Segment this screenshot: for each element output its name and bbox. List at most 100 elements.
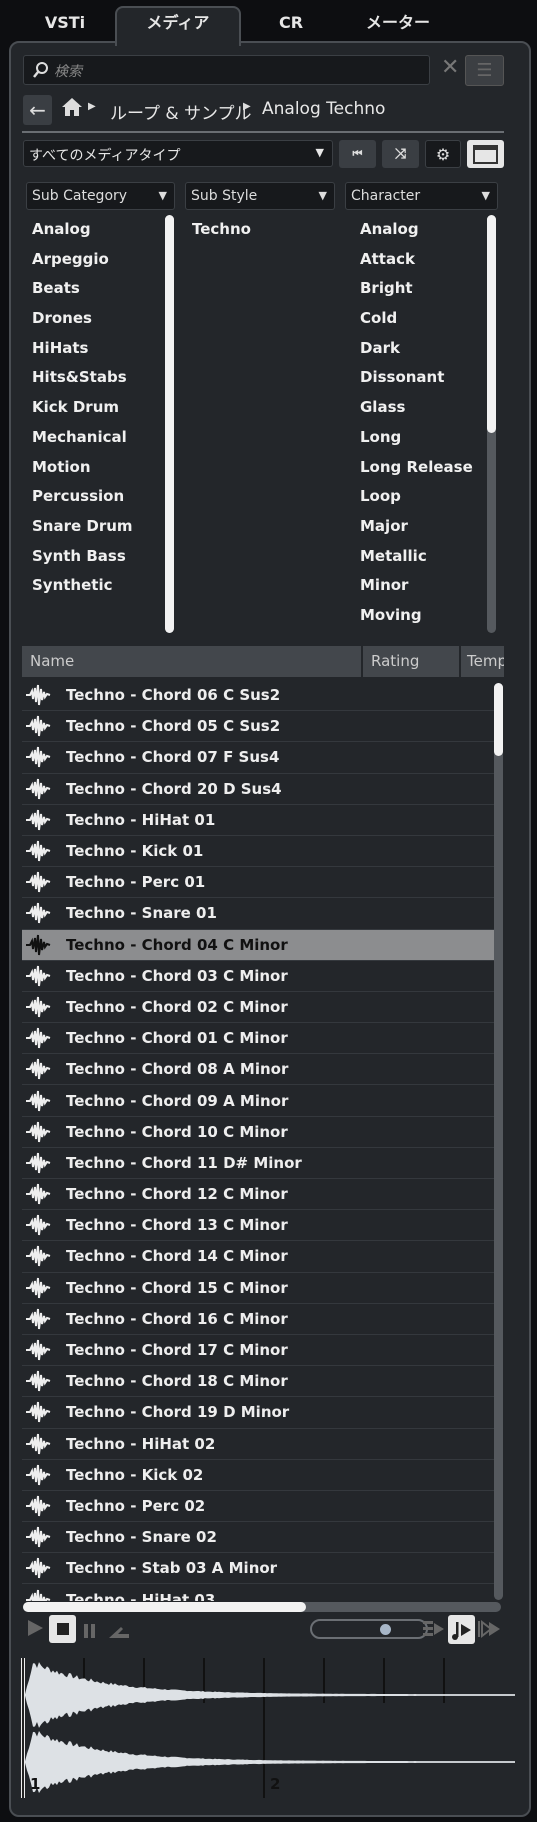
filter-item[interactable]: Mechanical <box>32 423 157 453</box>
search-input[interactable]: 検索 <box>23 55 430 85</box>
filter-item[interactable]: Minor <box>360 571 485 601</box>
filter-item[interactable]: Attack <box>360 245 485 275</box>
tab-2[interactable]: CR <box>252 8 330 42</box>
filter-item[interactable]: Arpeggio <box>32 245 157 275</box>
result-name: Techno - Stab 03 A Minor <box>66 1559 278 1578</box>
layout-toggle-button[interactable] <box>467 140 504 168</box>
result-row[interactable]: Techno - Chord 06 C Sus2 <box>22 680 494 712</box>
play-button[interactable] <box>27 1618 45 1642</box>
stop-button[interactable] <box>49 1615 76 1643</box>
tab-1[interactable]: メディア <box>115 6 241 46</box>
filter-item[interactable]: Techno <box>192 215 317 245</box>
filter-item[interactable]: Cold <box>360 304 485 334</box>
rewind-button[interactable]: ⏮ <box>339 140 376 168</box>
result-row[interactable]: Techno - Chord 17 C Minor <box>22 1335 494 1367</box>
metronome-icon[interactable] <box>108 1624 130 1643</box>
result-row[interactable]: Techno - Perc 02 <box>22 1491 494 1523</box>
home-icon[interactable] <box>60 95 84 123</box>
filter-item[interactable]: Synth Bass <box>32 542 157 572</box>
filter-item[interactable]: Long Release <box>360 453 485 483</box>
result-row[interactable]: Techno - HiHat 02 <box>22 1429 494 1460</box>
result-row[interactable]: Techno - Chord 12 C Minor <box>22 1179 494 1211</box>
list-view-button[interactable]: ☰ <box>465 55 504 86</box>
filter-item[interactable]: HiHats <box>32 334 157 364</box>
filter-item[interactable]: Percussion <box>32 482 157 512</box>
filter-item[interactable]: Snare Drum <box>32 512 157 542</box>
breadcrumb-item[interactable]: ループ & サンプル <box>110 99 252 124</box>
filter-item[interactable]: Beats <box>32 274 157 304</box>
bar-line <box>263 1658 265 1798</box>
filter-item[interactable]: Bright <box>360 274 485 304</box>
filter-item[interactable]: Dissonant <box>360 363 485 393</box>
result-row[interactable]: Techno - Chord 02 C Minor <box>22 992 494 1024</box>
filter-item[interactable]: Kick Drum <box>32 393 157 423</box>
column-header-rating[interactable]: Rating <box>363 646 459 677</box>
filter-item[interactable]: Long <box>360 423 485 453</box>
filter-item[interactable]: Analog <box>360 215 485 245</box>
result-row[interactable]: Techno - Chord 14 C Minor <box>22 1241 494 1273</box>
result-row[interactable]: Techno - Chord 09 A Minor <box>22 1085 494 1117</box>
result-row[interactable]: Techno - Chord 18 C Minor <box>22 1366 494 1398</box>
result-row[interactable]: Techno - Chord 04 C Minor <box>22 929 494 961</box>
volume-slider-knob[interactable] <box>380 1624 391 1635</box>
result-row[interactable]: Techno - Chord 16 C Minor <box>22 1304 494 1335</box>
result-row[interactable]: Techno - HiHat 01 <box>22 805 494 836</box>
filter-header-0[interactable]: Sub Category ▼ <box>26 182 175 210</box>
result-row[interactable]: Techno - Chord 19 D Minor <box>22 1397 494 1429</box>
result-row[interactable]: Techno - Perc 01 <box>22 867 494 899</box>
result-row[interactable]: Techno - Chord 07 F Sus4 <box>22 742 494 774</box>
breadcrumb-item[interactable]: Analog Techno <box>262 99 385 119</box>
filter-item[interactable]: Major <box>360 512 485 542</box>
result-row[interactable]: Techno - Chord 01 C Minor <box>22 1023 494 1055</box>
column-header-name[interactable]: Name <box>22 646 361 677</box>
tab-3[interactable]: メーター <box>345 8 451 42</box>
filter-item[interactable]: Hits&Stabs <box>32 363 157 393</box>
result-row[interactable]: Techno - Chord 13 C Minor <box>22 1210 494 1242</box>
result-row[interactable]: Techno - Kick 01 <box>22 836 494 868</box>
audio-file-icon <box>26 1152 51 1174</box>
pause-button[interactable] <box>83 1623 97 1642</box>
shuffle-button[interactable]: ⤨ <box>382 140 419 168</box>
result-row[interactable]: Techno - Chord 20 D Sus4 <box>22 774 494 805</box>
volume-slider[interactable] <box>310 1619 428 1639</box>
result-row[interactable]: Techno - Kick 02 <box>22 1460 494 1491</box>
media-type-select[interactable]: すべてのメディアタイプ ▼ <box>23 140 333 167</box>
result-row[interactable]: Techno - Chord 15 C Minor <box>22 1273 494 1304</box>
column-header-tempo[interactable]: Tempo <box>461 646 504 677</box>
filter-item[interactable]: Motion <box>32 453 157 483</box>
filter-header-1[interactable]: Sub Style ▼ <box>185 182 335 210</box>
result-row[interactable]: Techno - Chord 10 C Minor <box>22 1117 494 1148</box>
result-row[interactable]: Techno - Chord 03 C Minor <box>22 961 494 992</box>
result-row[interactable]: Techno - HiHat 03 <box>22 1584 494 1601</box>
result-row[interactable]: Techno - Chord 08 A Minor <box>22 1054 494 1086</box>
results-vertical-scrollbar[interactable] <box>494 683 503 756</box>
waveform-display[interactable] <box>0 1655 537 1805</box>
filter-item[interactable]: Dark <box>360 334 485 364</box>
result-row[interactable]: Techno - Snare 01 <box>22 898 494 930</box>
filter-item[interactable]: Synthetic <box>32 571 157 601</box>
results-horizontal-scrollbar[interactable] <box>23 1602 306 1612</box>
filter-header-label: Character <box>351 188 421 204</box>
result-row[interactable]: Techno - Stab 03 A Minor <box>22 1553 494 1585</box>
back-button[interactable]: ← <box>23 95 52 125</box>
musical-mode-button[interactable] <box>448 1615 475 1644</box>
filter-header-2[interactable]: Character ▼ <box>345 182 498 210</box>
audio-file-icon <box>26 1589 51 1601</box>
auto-play-icon[interactable] <box>423 1618 445 1644</box>
filter-item[interactable]: Glass <box>360 393 485 423</box>
result-row[interactable]: Techno - Snare 02 <box>22 1522 494 1554</box>
play-next-icon[interactable] <box>478 1618 502 1644</box>
filter-item[interactable]: Metallic <box>360 542 485 572</box>
tab-0[interactable]: VSTi <box>32 8 98 42</box>
filter-item[interactable]: Loop <box>360 482 485 512</box>
character-scrollbar[interactable] <box>487 215 496 433</box>
settings-button[interactable]: ⚙ <box>425 140 461 168</box>
filter-item[interactable]: Drones <box>32 304 157 334</box>
stop-icon <box>56 1623 69 1635</box>
filter-item[interactable]: Moving <box>360 601 485 631</box>
filter-item[interactable]: Analog <box>32 215 157 245</box>
sub-category-scrollbar[interactable] <box>165 215 174 633</box>
result-row[interactable]: Techno - Chord 05 C Sus2 <box>22 711 494 743</box>
clear-search-icon[interactable]: ✕ <box>441 55 459 80</box>
result-row[interactable]: Techno - Chord 11 D# Minor <box>22 1148 494 1179</box>
